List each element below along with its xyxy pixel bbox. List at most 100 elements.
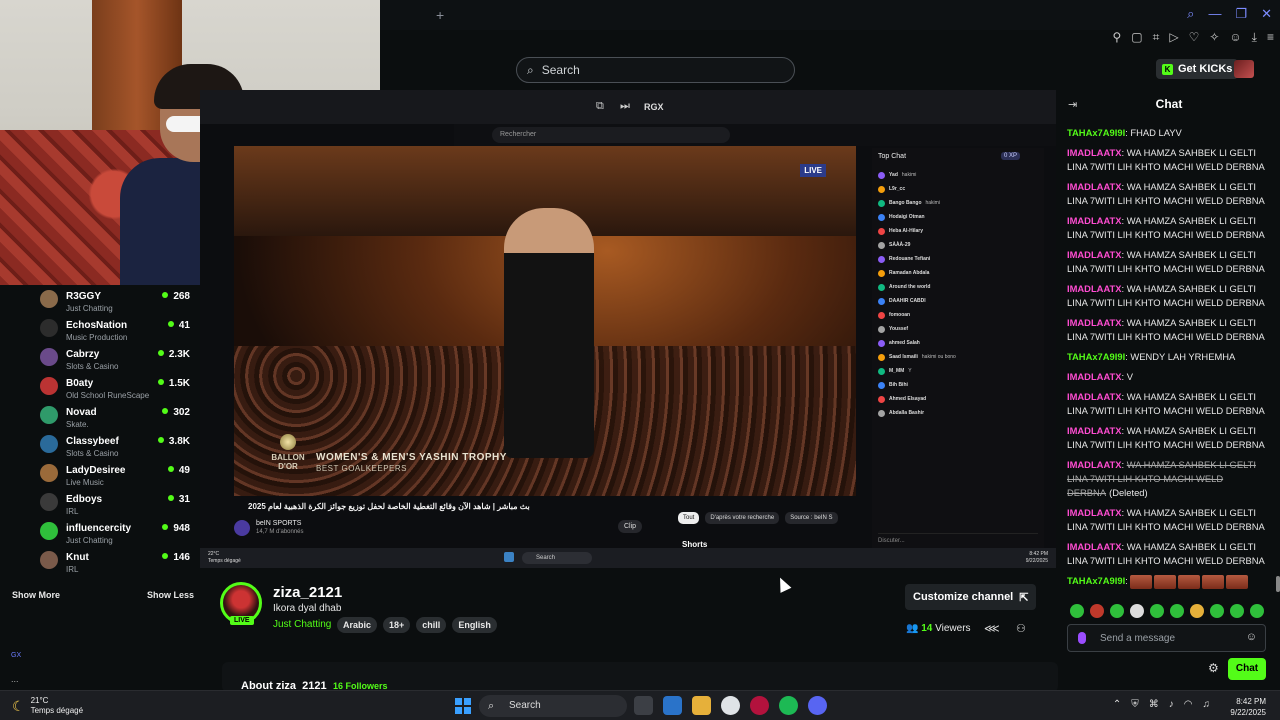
gear-icon[interactable]: ⚙ bbox=[1208, 661, 1219, 675]
channel-row[interactable]: Edboys IRL 31 bbox=[40, 488, 192, 516]
emote-icon[interactable] bbox=[1070, 604, 1084, 618]
search-input[interactable]: ⌕ Search bbox=[516, 57, 795, 83]
user-avatar[interactable] bbox=[1234, 60, 1254, 78]
tag[interactable]: English bbox=[452, 617, 497, 633]
chat-username[interactable]: IMADLAATX bbox=[1067, 181, 1122, 192]
opera-gx-icon[interactable] bbox=[750, 696, 769, 715]
tag[interactable]: Arabic bbox=[337, 617, 378, 633]
volume-icon[interactable]: ♫ bbox=[1203, 699, 1211, 710]
chat-username[interactable]: IMADLAATX bbox=[1067, 391, 1122, 402]
send-chat-button[interactable]: Chat bbox=[1228, 658, 1266, 680]
chat-username[interactable]: IMADLAATX bbox=[1067, 507, 1122, 518]
emoji-icon[interactable]: ☺ bbox=[1246, 631, 1257, 643]
chat-username[interactable]: IMADLAATX bbox=[1067, 541, 1122, 552]
heart-icon[interactable]: ♡ bbox=[1189, 30, 1200, 45]
chat-username[interactable]: IMADLAATX bbox=[1067, 215, 1122, 226]
chat-username[interactable]: IMADLAATX bbox=[1067, 317, 1122, 328]
chat-username[interactable]: IMADLAATX bbox=[1067, 283, 1122, 294]
search-icon[interactable]: ⌕ bbox=[1187, 6, 1194, 22]
streamer-name[interactable]: ziza_2121 bbox=[273, 584, 342, 601]
yt-chat-avatar bbox=[878, 367, 885, 375]
store-icon[interactable] bbox=[663, 696, 682, 715]
captured-taskbar-icons bbox=[504, 552, 514, 562]
wifi-icon[interactable]: ◠ bbox=[1184, 699, 1193, 710]
yt-chat-user: M_MM bbox=[889, 368, 905, 374]
chat-username[interactable]: IMADLAATX bbox=[1067, 425, 1122, 436]
show-more-button[interactable]: Show More bbox=[12, 590, 60, 600]
chat-scrollbar[interactable] bbox=[1276, 576, 1280, 592]
emote-icon[interactable] bbox=[1110, 604, 1124, 618]
stream-player[interactable]: ⧉ ⏭ RGX Rechercher LIVE BALLON D'OR WOME… bbox=[200, 90, 1056, 568]
channel-row[interactable]: LadyDesiree Live Music 49 bbox=[40, 459, 192, 487]
file-explorer-icon[interactable] bbox=[692, 696, 711, 715]
emote-icon[interactable] bbox=[1090, 604, 1104, 618]
channel-row[interactable]: Classybeef Slots & Casino 3.8K bbox=[40, 430, 192, 458]
chat-username[interactable]: TAHAx7A9I9I bbox=[1067, 575, 1125, 586]
emote-icon[interactable] bbox=[1210, 604, 1224, 618]
mic-tray-icon[interactable]: ♪ bbox=[1169, 699, 1174, 710]
emote-icon[interactable] bbox=[1130, 604, 1144, 618]
mic-icon[interactable] bbox=[1078, 632, 1086, 644]
channel-row[interactable]: B0aty Old School RuneScape 1.5K bbox=[40, 372, 192, 400]
new-tab-button[interactable]: + bbox=[436, 7, 444, 23]
add-user-icon[interactable]: ⚇ bbox=[1016, 622, 1026, 635]
network-icon[interactable]: ⌘ bbox=[1149, 699, 1159, 710]
customize-channel-button[interactable]: Customize channel ⇱ bbox=[905, 584, 1037, 610]
maximize-icon[interactable]: ❐ bbox=[1235, 6, 1247, 22]
yt-chat-user: Hodaigi Otman bbox=[889, 214, 925, 220]
channel-row[interactable]: Knut IRL 146 bbox=[40, 546, 192, 574]
chat-username[interactable]: IMADLAATX bbox=[1067, 249, 1122, 260]
channel-row[interactable]: Novad Skate. 302 bbox=[40, 401, 192, 429]
chat-input[interactable]: Send a message ☺ bbox=[1067, 624, 1266, 652]
emote-icon[interactable] bbox=[1190, 604, 1204, 618]
extensions-icon[interactable]: ✧ bbox=[1209, 30, 1219, 45]
chat-username[interactable]: IMADLAATX bbox=[1067, 371, 1122, 382]
taskbar-search[interactable]: ⌕ Search bbox=[479, 695, 627, 717]
stream-tags: Arabic 18+ chill English bbox=[337, 617, 497, 633]
windows-start-icon[interactable] bbox=[455, 698, 471, 714]
channel-viewers: 3.8K bbox=[158, 436, 190, 447]
emote-icon[interactable] bbox=[1230, 604, 1244, 618]
play-icon[interactable]: ▷ bbox=[1169, 30, 1178, 45]
gx-icon[interactable]: GX bbox=[11, 652, 21, 659]
pin-icon[interactable]: ⚲ bbox=[1112, 30, 1121, 45]
chat-input-placeholder: Send a message bbox=[1100, 633, 1176, 644]
channel-viewers: 1.5K bbox=[158, 378, 190, 389]
chat-username[interactable]: IMADLAATX bbox=[1067, 147, 1122, 158]
profile-icon[interactable]: ☺ bbox=[1229, 30, 1241, 45]
task-view-icon[interactable] bbox=[634, 696, 653, 715]
screenshot-icon[interactable]: ▢ bbox=[1131, 30, 1142, 45]
taskbar-clock[interactable]: 8:42 PM 9/22/2025 bbox=[1230, 696, 1266, 718]
yt-chat-row: Abdalla Bashir bbox=[878, 406, 1038, 420]
share-icon[interactable]: ⋘ bbox=[984, 622, 1000, 635]
crop-icon[interactable]: ⌗ bbox=[1153, 30, 1160, 45]
chat-username[interactable]: TAHAx7A9I9I bbox=[1067, 351, 1125, 362]
show-less-button[interactable]: Show Less bbox=[147, 590, 194, 600]
customize-channel-label: Customize channel bbox=[913, 591, 1014, 603]
stream-category[interactable]: Just Chatting bbox=[273, 619, 331, 630]
download-icon[interactable]: ⤓ bbox=[1252, 30, 1257, 45]
weather-widget[interactable]: ☾ 21°C Temps dégagé bbox=[12, 696, 83, 716]
chat-username[interactable]: TAHAx7A9I9I bbox=[1067, 127, 1125, 138]
tag[interactable]: chill bbox=[416, 617, 447, 633]
emote-icon[interactable] bbox=[1250, 604, 1264, 618]
tag[interactable]: 18+ bbox=[383, 617, 411, 633]
chat-username[interactable]: IMADLAATX bbox=[1067, 459, 1122, 470]
chatgpt-icon[interactable] bbox=[721, 696, 740, 715]
minimize-icon[interactable]: — bbox=[1208, 6, 1221, 22]
channel-row[interactable]: R3GGY Just Chatting 268 bbox=[40, 285, 192, 313]
close-icon[interactable]: ✕ bbox=[1261, 6, 1272, 22]
security-icon[interactable]: ⛨ bbox=[1131, 699, 1139, 710]
channel-row[interactable]: influencercity Just Chatting 948 bbox=[40, 517, 192, 545]
spotify-icon[interactable] bbox=[779, 696, 798, 715]
channel-row[interactable]: EchosNation Music Production 41 bbox=[40, 314, 192, 342]
more-icon[interactable]: ... bbox=[11, 674, 19, 684]
get-kicks-button[interactable]: K Get KICKs bbox=[1156, 59, 1239, 79]
emote-icon[interactable] bbox=[1170, 604, 1184, 618]
yt-chat-user: ahmed Salah bbox=[889, 340, 920, 346]
menu-icon[interactable]: ≡ bbox=[1267, 30, 1274, 45]
chevron-up-icon[interactable]: ⌃ bbox=[1113, 699, 1121, 710]
discord-icon[interactable] bbox=[808, 696, 827, 715]
channel-row[interactable]: Cabrzy Slots & Casino 2.3K bbox=[40, 343, 192, 371]
emote-icon[interactable] bbox=[1150, 604, 1164, 618]
